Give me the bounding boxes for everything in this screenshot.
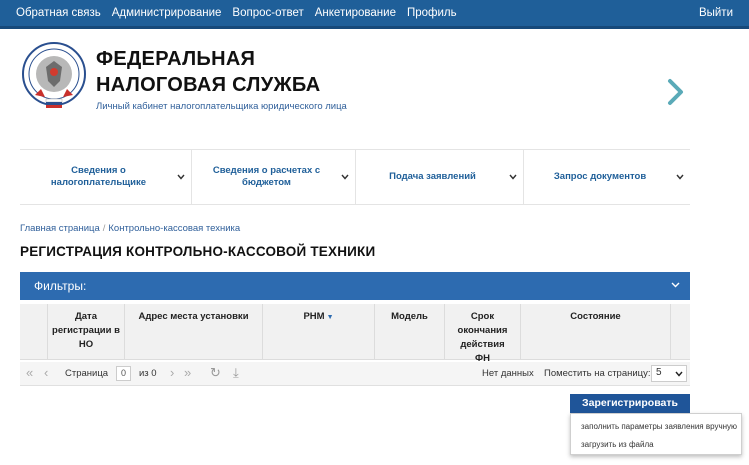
main-nav: Сведения о налогоплательщике Сведения о … [20,149,690,205]
register-kkt-menu: заполнить параметры заявления вручную за… [570,413,742,455]
breadcrumb-home[interactable]: Главная страница [20,223,100,234]
breadcrumb-separator: / [102,223,106,234]
grid-pager: « ‹ Страница 0 из 0 › » ↻ ⤓ Нет данных П… [20,362,690,386]
prev-page-icon[interactable]: ‹ [44,366,48,380]
col-header-rnm[interactable]: РНМ ▼ [263,304,375,360]
grid-header: Дата регистрации в НО Адрес места устано… [20,304,690,364]
chevron-down-icon [676,174,684,180]
col-header-reg-date-label: Дата регистрации в НО [52,311,120,350]
chevron-down-icon [675,371,683,377]
per-page-label: Поместить на страницу: [544,368,651,379]
filters-label: Фильтры: [34,279,87,293]
last-page-icon[interactable]: » [184,366,191,380]
topnav-admin[interactable]: Администрирование [112,7,222,19]
col-header-address[interactable]: Адрес места установки [125,304,263,360]
nav-budget-settlements[interactable]: Сведения о расчетах с бюджетом [192,150,356,204]
page-title: РЕГИСТРАЦИЯ КОНТРОЛЬНО-КАССОВОЙ ТЕХНИКИ [20,244,376,259]
col-header-address-label: Адрес места установки [138,311,249,322]
topnav-faq[interactable]: Вопрос-ответ [232,7,303,19]
breadcrumb: Главная страница / Контрольно-кассовая тех… [20,223,240,234]
per-page-value: 5 [656,367,662,378]
menu-fill-manually[interactable]: заполнить параметры заявления вручную [581,422,737,431]
filters-panel-header[interactable]: Фильтры: [20,272,690,300]
brand-subtitle: Личный кабинет налогоплательщика юридиче… [96,101,347,112]
nav-submit-applications[interactable]: Подача заявлений [356,150,524,204]
no-data-label: Нет данных [482,368,534,379]
topnav-feedback[interactable]: Обратная связь [16,7,101,19]
register-kkt-button[interactable]: Зарегистрировать ККТ▼ [570,394,690,428]
chevron-down-icon [341,174,349,180]
next-page-icon[interactable]: › [170,366,174,380]
col-header-status[interactable]: Состояние [521,304,671,360]
col-header-rnm-label: РНМ [303,311,325,322]
chevron-down-icon [671,282,680,288]
col-header-model-label: Модель [391,311,428,322]
top-nav: Обратная связь Администрирование Вопрос-… [16,0,468,26]
col-header-reg-date[interactable]: Дата регистрации в НО [48,304,125,360]
page-number-input[interactable]: 0 [116,366,131,381]
top-bar: Обратная связь Администрирование Вопрос-… [0,0,749,29]
breadcrumb-current[interactable]: Контрольно-кассовая техника [108,223,240,234]
logout-link[interactable]: Выйти [699,0,733,26]
col-header-fn-expiry[interactable]: Срок окончания действия ФН [445,304,521,364]
nav-request-documents-label: Запрос документов [553,171,647,182]
first-page-icon[interactable]: « [26,366,33,380]
chevron-down-icon [509,174,517,180]
col-header-status-label: Состояние [570,311,621,322]
nav-request-documents[interactable]: Запрос документов [524,150,690,204]
grid-scroll-column [671,304,690,360]
menu-upload-file[interactable]: загрузить из файла [581,440,654,449]
topnav-profile[interactable]: Профиль [407,7,457,19]
fns-emblem-icon[interactable] [21,41,87,113]
nav-submit-applications-label: Подача заявлений [389,171,476,182]
col-header-fn-expiry-label: Срок окончания действия ФН [457,311,508,364]
brand-title-line1: ФЕДЕРАЛЬНАЯ [96,48,256,70]
per-page-select[interactable]: 5 [651,365,687,382]
brand-title-line2: НАЛОГОВАЯ СЛУЖБА [96,74,321,96]
col-header-model[interactable]: Модель [375,304,445,360]
refresh-icon[interactable]: ↻ [210,366,221,380]
grid-select-column [20,304,48,360]
nav-taxpayer-info-label: Сведения о налогоплательщике [50,165,147,188]
nav-budget-settlements-label: Сведения о расчетах с бюджетом [212,165,321,188]
chevron-down-icon [177,174,185,180]
topnav-survey[interactable]: Анкетирование [315,7,396,19]
chevron-right-icon[interactable] [665,78,687,106]
nav-taxpayer-info[interactable]: Сведения о налогоплательщике [20,150,192,204]
sort-desc-icon: ▼ [326,314,334,321]
page-count-label: из 0 [139,368,157,379]
page-label: Страница [65,368,109,379]
download-icon[interactable]: ⤓ [233,366,239,380]
